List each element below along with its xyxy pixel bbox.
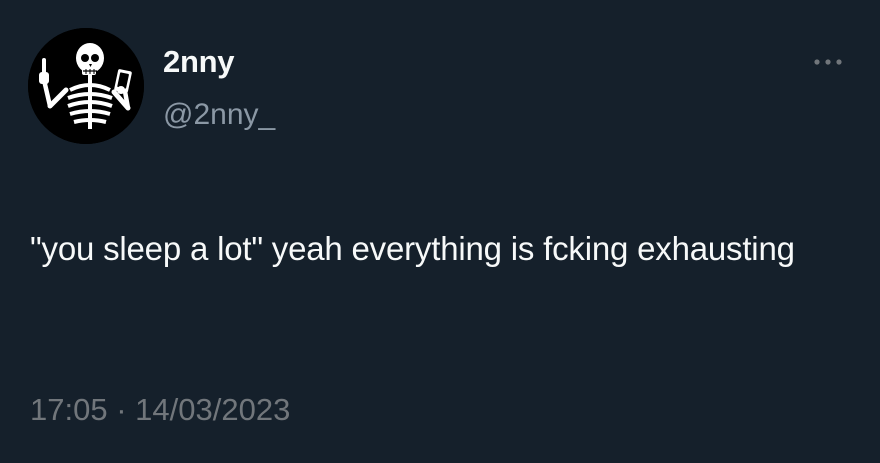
tweet-card: 2nny @2nny_ "you sleep a lot" yeah every… [0,0,880,463]
author-handle[interactable]: @2nny_ [163,97,275,133]
tweet-timestamp[interactable]: 17:05 · 14/03/2023 [30,390,290,430]
tweet-time: 17:05 [30,392,108,427]
author-display-name[interactable]: 2nny [163,44,234,80]
tweet-text: "you sleep a lot" yeah everything is fck… [30,230,795,267]
more-horizontal-icon [814,59,842,65]
meta-separator: · [116,392,127,427]
more-options-button[interactable] [808,50,848,74]
skeleton-icon [28,28,144,144]
avatar[interactable] [28,28,144,144]
tweet-date: 14/03/2023 [135,392,291,427]
